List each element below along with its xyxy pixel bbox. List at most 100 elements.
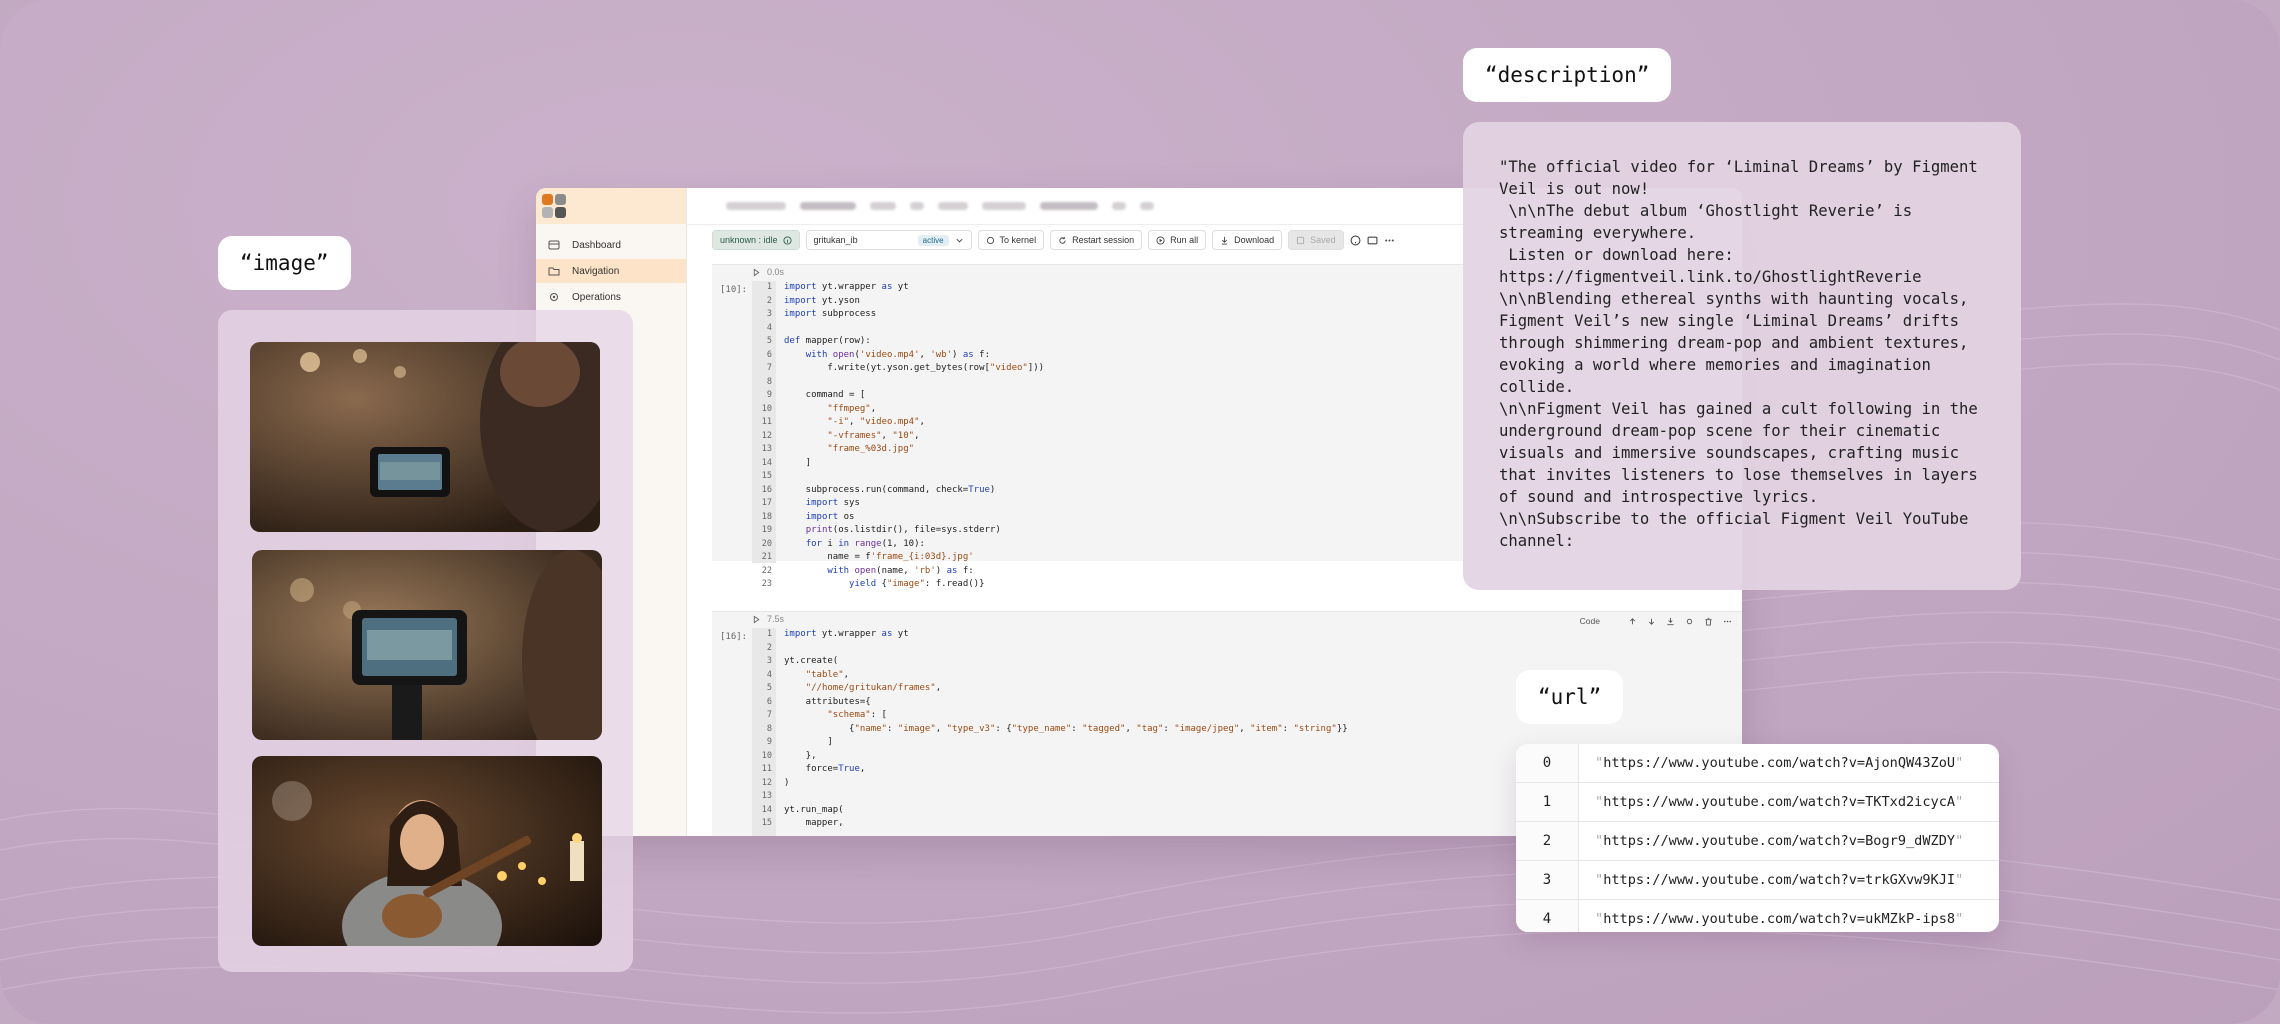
line-number: 1 — [766, 629, 772, 639]
url-value: "https://www.youtube.com/watch?v=ukMZkP-… — [1595, 911, 1964, 927]
more-icon[interactable] — [1384, 235, 1395, 246]
code-line: def mapper(row): — [784, 336, 871, 346]
line-number: 8 — [766, 376, 772, 387]
kernel-status-label: unknown : idle — [720, 235, 778, 245]
code-line: with open('video.mp4', 'wb') as f: — [805, 349, 990, 360]
code-line: ] — [784, 737, 833, 747]
help-icon[interactable] — [1350, 235, 1361, 246]
code-line: ​ — [784, 376, 1044, 390]
download-button[interactable]: Download — [1212, 230, 1283, 250]
cell-type-select[interactable]: Code — [1580, 616, 1600, 626]
breadcrumb-item[interactable] — [938, 202, 968, 210]
line-number: 4 — [766, 322, 772, 333]
sidebar-header — [536, 188, 686, 224]
sidebar-item-navigation[interactable]: Navigation — [536, 259, 686, 283]
line-number: 3 — [766, 656, 772, 666]
row-index: 3 — [1516, 861, 1579, 899]
code-line: import yt.yson — [784, 295, 860, 306]
cell-duration: 7.5s — [767, 614, 785, 624]
to-kernel-button[interactable]: To kernel — [977, 230, 1045, 250]
line-number: 12 — [761, 777, 772, 788]
url-value: "https://www.youtube.com/watch?v=AjonQW4… — [1595, 755, 1964, 771]
sidebar-item-label: Dashboard — [572, 239, 621, 251]
code-editor[interactable]: import yt.wrapper as yt​yt.create( "tabl… — [784, 628, 1348, 831]
code-line: import sys — [805, 498, 860, 508]
arrow-down-icon[interactable] — [1647, 617, 1656, 626]
folder-icon — [548, 267, 560, 276]
url-text: https://www.youtube.com/watch?v=trkGXvw9… — [1603, 872, 1956, 888]
code-line: ​ — [784, 322, 1044, 336]
code-line: with open(name, 'rb') as f: — [827, 565, 974, 576]
code-line: "ffmpeg", — [827, 403, 877, 414]
line-number: 18 — [761, 511, 772, 522]
code-line: ] — [784, 457, 812, 468]
saved-label: Saved — [1310, 235, 1336, 245]
code-line: attributes={ — [784, 696, 871, 707]
line-number: 22 — [761, 565, 772, 576]
restart-session-label: Restart session — [1072, 235, 1135, 245]
image-label: “image” — [218, 236, 351, 290]
code-line: force=True, — [784, 764, 866, 774]
code-line: for i in range(1, 10): — [805, 538, 925, 549]
code-line: ​ — [784, 470, 1044, 484]
breadcrumb-item[interactable] — [726, 202, 786, 210]
line-number: 9 — [766, 390, 772, 400]
description-panel: "The official video for ‘Liminal Dreams’… — [1463, 122, 2021, 590]
more-icon[interactable] — [1723, 617, 1732, 626]
breadcrumb-item[interactable] — [1112, 202, 1126, 210]
breadcrumb-item[interactable] — [910, 202, 924, 210]
line-number: 9 — [766, 737, 772, 747]
chevron-down-icon — [956, 238, 963, 242]
code-line: ​ — [784, 642, 1348, 656]
code-line: import yt.wrapper as yt — [784, 629, 909, 639]
arrow-up-icon[interactable] — [1628, 617, 1637, 626]
kernel-status[interactable]: unknown : idle — [712, 230, 800, 250]
code-line: mapper, — [784, 818, 844, 828]
url-text: https://www.youtube.com/watch?v=ukMZkP-i… — [1603, 911, 1956, 927]
trash-icon[interactable] — [1704, 617, 1713, 626]
line-number: 10 — [761, 403, 772, 414]
description-text: "The official video for ‘Liminal Dreams’… — [1499, 158, 1978, 550]
line-number: 12 — [761, 430, 772, 441]
app-logo — [542, 194, 570, 220]
code-line: {"name": "image", "type_v3": {"type_name… — [784, 723, 1348, 734]
run-all-label: Run all — [1170, 235, 1199, 245]
breadcrumb-item[interactable] — [800, 202, 856, 210]
code-line: name = f'frame_{i:03d}.jpg' — [784, 552, 974, 562]
code-line: import subprocess — [784, 309, 877, 319]
code-line: "-i", "video.mp4", — [827, 417, 925, 427]
video-shoot-photo — [250, 342, 600, 532]
line-number: 19 — [761, 525, 772, 535]
code-editor[interactable]: import yt.wrapper as yt import yt.yson imp… — [784, 281, 1044, 592]
code-line: import os — [805, 511, 855, 522]
breadcrumb-item[interactable] — [1140, 202, 1154, 210]
url-value: "https://www.youtube.com/watch?v=trkGXvw… — [1595, 872, 1964, 888]
insert-below-icon[interactable] — [1666, 617, 1675, 626]
line-number: 14 — [761, 804, 772, 815]
line-number: 10 — [761, 750, 772, 761]
code-line: command = [ — [784, 390, 866, 400]
restart-icon — [1059, 236, 1066, 244]
kernel-select[interactable]: gritukan_ib active — [805, 230, 972, 250]
breadcrumb-item[interactable] — [982, 202, 1026, 210]
download-icon — [1221, 236, 1228, 245]
play-icon[interactable] — [752, 614, 761, 624]
sidebar-item-dashboard[interactable]: Dashboard — [536, 233, 686, 257]
row-index: 0 — [1516, 744, 1579, 782]
settings-icon[interactable] — [1685, 617, 1694, 626]
terminal-icon[interactable] — [1367, 235, 1378, 246]
code-line: "-vframes", "10", — [827, 430, 920, 441]
play-icon[interactable] — [752, 267, 761, 277]
line-numbers: 1 2 3 4 5 6 7 8 9 10 11 12 13 14 15 — [752, 628, 776, 836]
table-row: 1 "https://www.youtube.com/watch?v=TKTxd2… — [1516, 783, 1999, 822]
line-number: 1 — [766, 282, 772, 292]
breadcrumb-item[interactable] — [1040, 202, 1098, 210]
saved-button[interactable]: Saved — [1288, 230, 1344, 250]
breadcrumb-item[interactable] — [870, 202, 896, 210]
line-number: 11 — [761, 417, 772, 427]
sidebar-item-operations[interactable]: Operations — [536, 285, 686, 309]
gear-icon — [550, 293, 558, 301]
restart-session-button[interactable]: Restart session — [1050, 230, 1143, 250]
kernel-name: gritukan_ib — [813, 235, 858, 245]
run-all-button[interactable]: Run all — [1148, 230, 1207, 250]
